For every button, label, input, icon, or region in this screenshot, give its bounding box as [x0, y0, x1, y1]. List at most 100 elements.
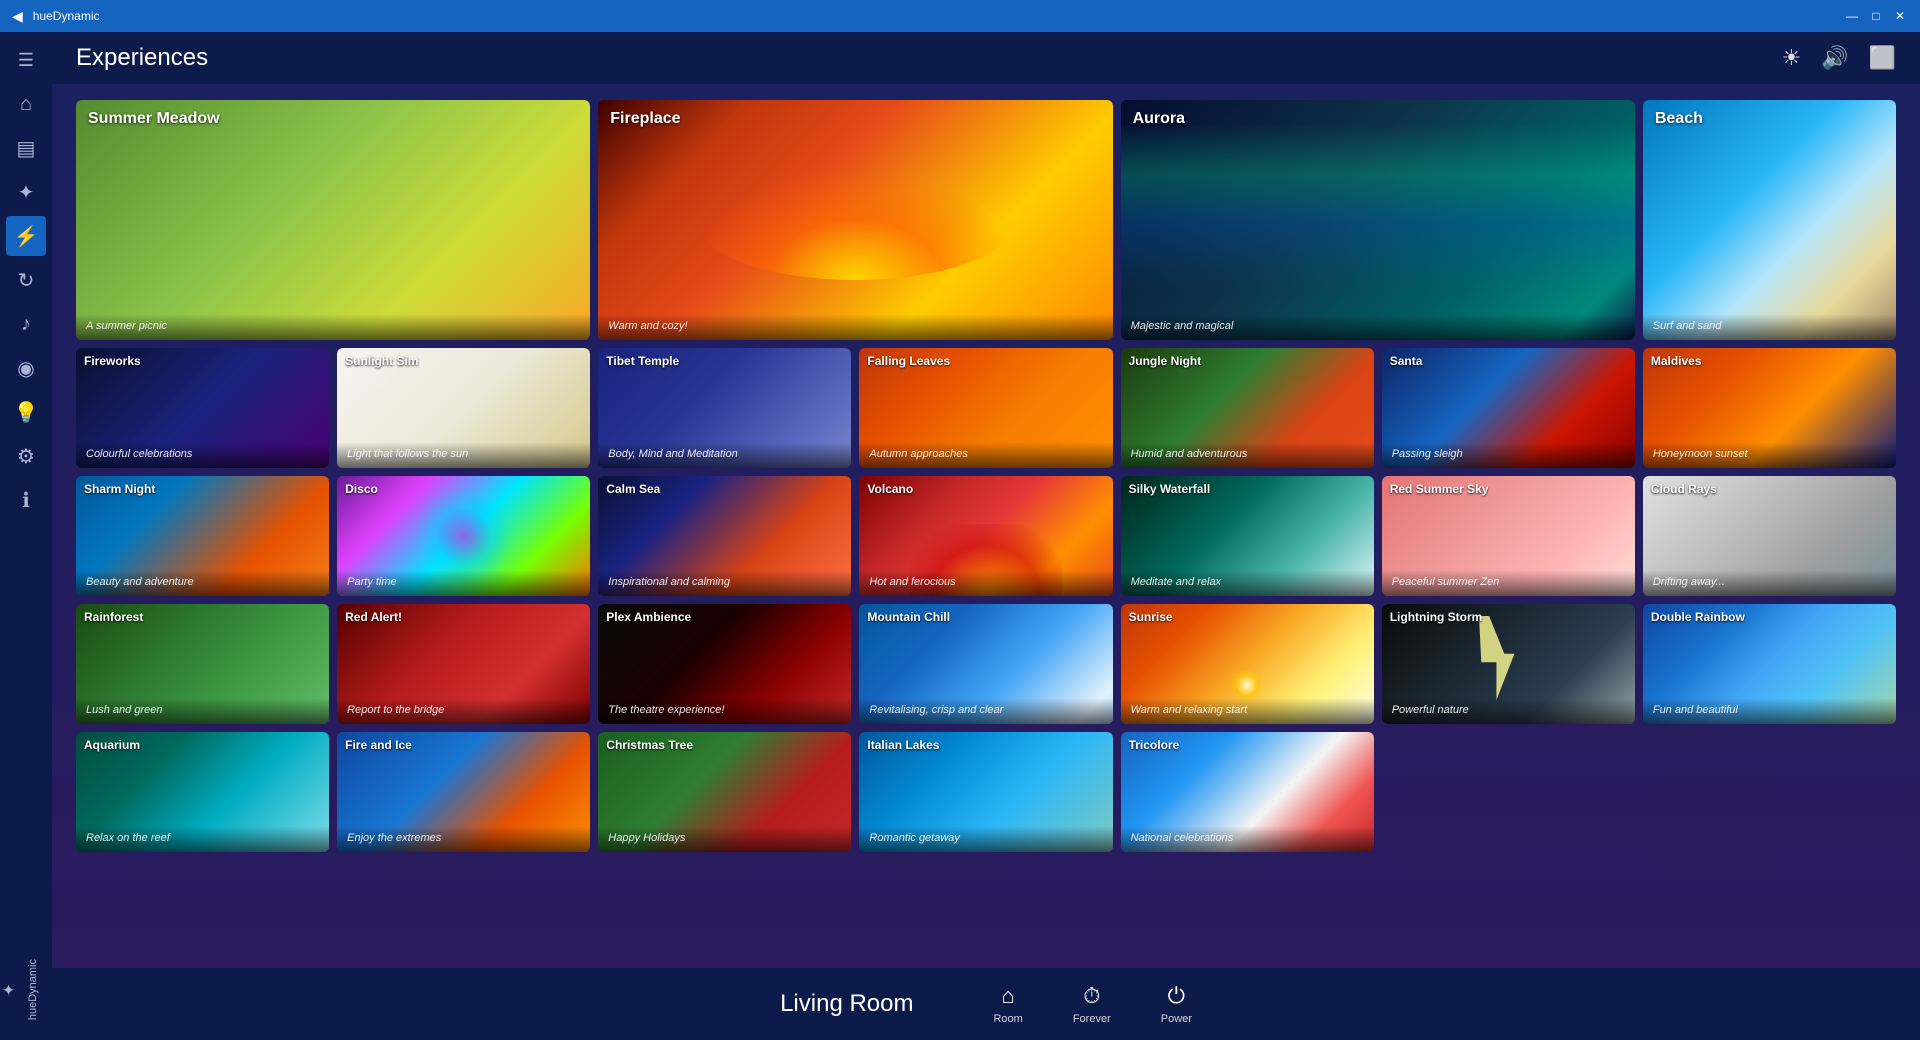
experience-card-lightning-storm[interactable]: Lightning Storm Powerful nature: [1382, 604, 1635, 724]
sidebar-item-settings[interactable]: ⚙: [6, 436, 46, 476]
experience-card-tricolore[interactable]: Tricolore National celebrations: [1121, 732, 1374, 852]
power-label: Power: [1161, 1013, 1192, 1025]
card-title-fireworks: Fireworks: [84, 354, 321, 368]
card-overlay-mountain-chill: Revitalising, crisp and clear: [859, 698, 1112, 724]
experience-card-tibet-temple[interactable]: Tibet Temple Body, Mind and Meditation: [598, 348, 851, 468]
experience-card-silky-waterfall[interactable]: Silky Waterfall Meditate and relax: [1121, 476, 1374, 596]
sidebar-item-scenes[interactable]: ▤: [6, 128, 46, 168]
experience-card-beach[interactable]: Beach Surf and sand: [1643, 100, 1896, 340]
card-title-aquarium: Aquarium: [84, 738, 321, 752]
sidebar-item-sync[interactable]: ↻: [6, 260, 46, 300]
sidebar-item-music[interactable]: ♪: [6, 304, 46, 344]
card-title-cloud-rays: Cloud Rays: [1651, 482, 1888, 496]
sidebar: ☰ ⌂ ▤ ✦ ⚡ ↻ ♪ ◉ 💡 ⚙ ℹ ✦ hueDynamic: [0, 32, 52, 1040]
experience-card-sharm-night[interactable]: Sharm Night Beauty and adventure: [76, 476, 329, 596]
card-subtitle-aurora: Majestic and magical: [1131, 320, 1625, 332]
experience-card-double-rainbow[interactable]: Double Rainbow Fun and beautiful: [1643, 604, 1896, 724]
experience-card-fireplace[interactable]: Fireplace Warm and cozy!: [598, 100, 1112, 340]
brightness-icon[interactable]: ☀: [1781, 45, 1801, 71]
card-subtitle-italian-lakes: Romantic getaway: [869, 832, 1102, 844]
experience-card-mountain-chill[interactable]: Mountain Chill Revitalising, crisp and c…: [859, 604, 1112, 724]
title-bar: ◀ hueDynamic — □ ✕: [0, 0, 1920, 32]
back-icon[interactable]: ◀: [12, 8, 23, 25]
maximize-button[interactable]: □: [1868, 8, 1884, 24]
card-subtitle-maldives: Honeymoon sunset: [1653, 448, 1886, 460]
experience-card-falling-leaves[interactable]: Falling Leaves Autumn approaches: [859, 348, 1112, 468]
sidebar-item-experiences[interactable]: ⚡: [6, 216, 46, 256]
card-overlay-lightning-storm: Powerful nature: [1382, 698, 1635, 724]
card-overlay-double-rainbow: Fun and beautiful: [1643, 698, 1896, 724]
experiences-container: Summer Meadow A summer picnic Fireplace …: [52, 84, 1920, 968]
card-overlay-volcano: Hot and ferocious: [859, 570, 1112, 596]
card-subtitle-mountain-chill: Revitalising, crisp and clear: [869, 704, 1102, 716]
experience-card-fire-ice[interactable]: Fire and Ice Enjoy the extremes: [337, 732, 590, 852]
power-icon: ⏻: [1168, 983, 1185, 1009]
header: Experiences ☀ 🔊 ⬜: [52, 32, 1920, 84]
card-overlay-red-alert: Report to the bridge: [337, 698, 590, 724]
experience-card-aquarium[interactable]: Aquarium Relax on the reef: [76, 732, 329, 852]
forever-button[interactable]: ⏱ Forever: [1073, 983, 1111, 1025]
card-overlay-christmas: Happy Holidays: [598, 826, 851, 852]
card-subtitle-red-alert: Report to the bridge: [347, 704, 580, 716]
sidebar-item-info[interactable]: ℹ: [6, 480, 46, 520]
close-button[interactable]: ✕: [1892, 8, 1908, 24]
experience-card-maldives[interactable]: Maldives Honeymoon sunset: [1643, 348, 1896, 468]
screen-icon[interactable]: ⬜: [1869, 45, 1896, 71]
minimize-button[interactable]: —: [1844, 8, 1860, 24]
title-bar-left: ◀ hueDynamic: [12, 8, 99, 25]
card-title-sharm-night: Sharm Night: [84, 482, 321, 496]
card-overlay-tricolore: National celebrations: [1121, 826, 1374, 852]
card-subtitle-cloud-rays: Drifting away...: [1653, 576, 1886, 588]
card-subtitle-fireplace: Warm and cozy!: [608, 320, 1102, 332]
card-overlay-calm-sea: Inspirational and calming: [598, 570, 851, 596]
experience-card-summer-meadow[interactable]: Summer Meadow A summer picnic: [76, 100, 590, 340]
card-subtitle-tibet-temple: Body, Mind and Meditation: [608, 448, 841, 460]
experience-card-rainforest[interactable]: Rainforest Lush and green: [76, 604, 329, 724]
page-title: Experiences: [76, 44, 208, 72]
card-title-calm-sea: Calm Sea: [606, 482, 843, 496]
card-overlay-silky-waterfall: Meditate and relax: [1121, 570, 1374, 596]
card-title-maldives: Maldives: [1651, 354, 1888, 368]
card-overlay-red-summer: Peaceful summer Zen: [1382, 570, 1635, 596]
card-title-plex-ambience: Plex Ambience: [606, 610, 843, 624]
card-subtitle-christmas: Happy Holidays: [608, 832, 841, 844]
experience-card-christmas[interactable]: Christmas Tree Happy Holidays: [598, 732, 851, 852]
experience-card-fireworks[interactable]: Fireworks Colourful celebrations: [76, 348, 329, 468]
sidebar-menu-button[interactable]: ☰: [6, 40, 46, 80]
sidebar-item-light[interactable]: ✦: [6, 172, 46, 212]
experiences-grid: Summer Meadow A summer picnic Fireplace …: [76, 100, 1896, 852]
experience-card-cloud-rays[interactable]: Cloud Rays Drifting away...: [1643, 476, 1896, 596]
card-title-jungle-night: Jungle Night: [1129, 354, 1366, 368]
experience-card-italian-lakes[interactable]: Italian Lakes Romantic getaway: [859, 732, 1112, 852]
experience-card-red-summer[interactable]: Red Summer Sky Peaceful summer Zen: [1382, 476, 1635, 596]
experience-card-plex-ambience[interactable]: Plex Ambience The theatre experience!: [598, 604, 851, 724]
card-overlay-cloud-rays: Drifting away...: [1643, 570, 1896, 596]
card-title-rainforest: Rainforest: [84, 610, 321, 624]
card-subtitle-sunlight-sim: Light that follows the sun: [347, 448, 580, 460]
experience-card-santa[interactable]: Santa Passing sleigh: [1382, 348, 1635, 468]
volume-icon[interactable]: 🔊: [1821, 45, 1848, 71]
experience-card-sunrise[interactable]: Sunrise Warm and relaxing start: [1121, 604, 1374, 724]
experience-card-calm-sea[interactable]: Calm Sea Inspirational and calming: [598, 476, 851, 596]
experience-card-disco[interactable]: Disco Party time: [337, 476, 590, 596]
experience-card-jungle-night[interactable]: Jungle Night Humid and adventurous: [1121, 348, 1374, 468]
card-title-red-summer: Red Summer Sky: [1390, 482, 1627, 496]
sidebar-item-camera[interactable]: ◉: [6, 348, 46, 388]
sidebar-item-bulb[interactable]: 💡: [6, 392, 46, 432]
sidebar-item-home[interactable]: ⌂: [6, 84, 46, 124]
experience-card-sunlight-sim[interactable]: Sunlight Sim Light that follows the sun: [337, 348, 590, 468]
card-subtitle-red-summer: Peaceful summer Zen: [1392, 576, 1625, 588]
power-button[interactable]: ⏻ Power: [1161, 983, 1192, 1025]
experience-card-aurora[interactable]: Aurora Majestic and magical: [1121, 100, 1635, 340]
experience-card-red-alert[interactable]: Red Alert! Report to the bridge: [337, 604, 590, 724]
card-subtitle-sunrise: Warm and relaxing start: [1131, 704, 1364, 716]
card-title-sunlight-sim: Sunlight Sim: [345, 354, 582, 368]
experience-card-volcano[interactable]: Volcano Hot and ferocious: [859, 476, 1112, 596]
card-title-summer-meadow: Summer Meadow: [88, 110, 578, 128]
card-overlay-beach: Surf and sand: [1643, 314, 1896, 340]
card-title-tibet-temple: Tibet Temple: [606, 354, 843, 368]
room-button[interactable]: ⌂ Room: [993, 983, 1022, 1025]
card-overlay-fireplace: Warm and cozy!: [598, 314, 1112, 340]
card-title-fireplace: Fireplace: [610, 110, 1100, 128]
card-subtitle-santa: Passing sleigh: [1392, 448, 1625, 460]
